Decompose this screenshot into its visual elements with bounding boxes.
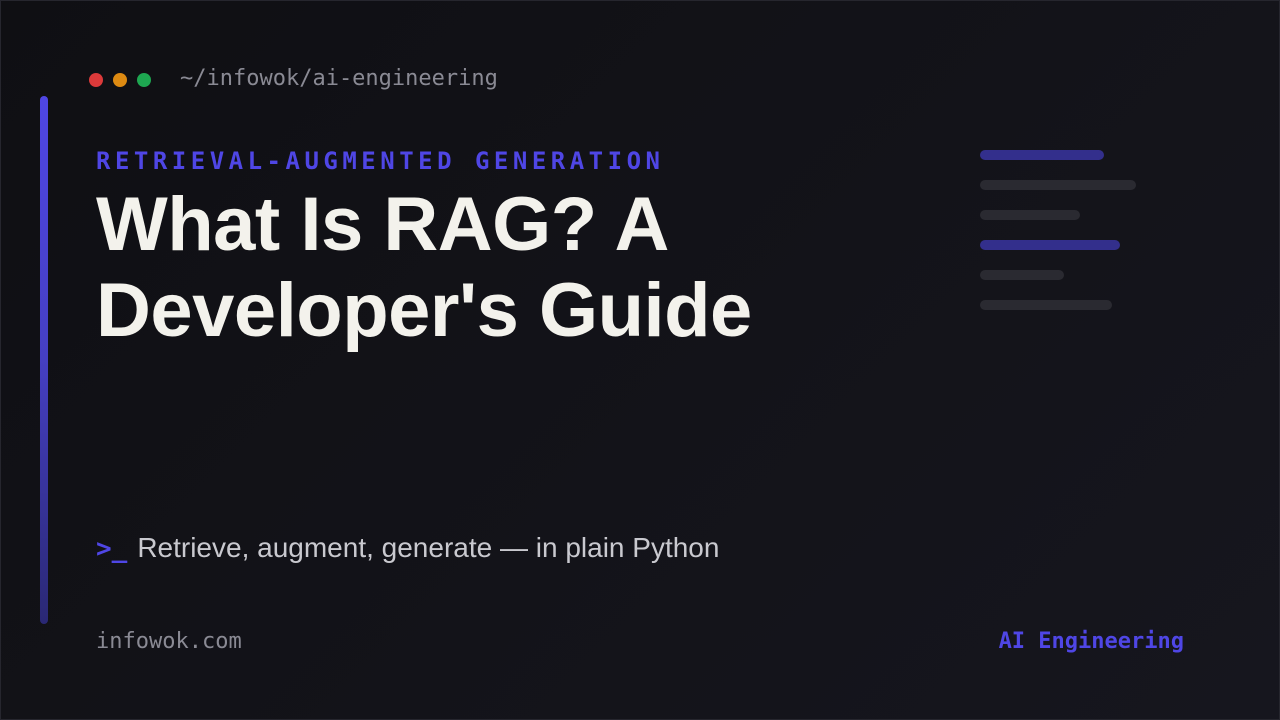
- maximize-dot-icon: [137, 73, 151, 87]
- decoration-line: [980, 150, 1104, 160]
- page-title: What Is RAG? A Developer's Guide: [96, 182, 752, 353]
- window-controls: [89, 73, 151, 87]
- close-dot-icon: [89, 73, 103, 87]
- category-label: AI Engineering: [998, 629, 1184, 654]
- tagline: >_ Retrieve, augment, generate — in plai…: [96, 532, 719, 564]
- text-lines-decoration: [980, 150, 1200, 320]
- decoration-line: [980, 240, 1120, 250]
- decoration-line: [980, 300, 1112, 310]
- decoration-line: [980, 270, 1064, 280]
- accent-bar: [40, 96, 48, 624]
- tagline-text: Retrieve, augment, generate — in plain P…: [137, 532, 720, 563]
- decoration-line: [980, 210, 1080, 220]
- directory-path: ~/infowok/ai-engineering: [180, 66, 498, 91]
- terminal-prompt-icon: >_: [96, 534, 128, 564]
- minimize-dot-icon: [113, 73, 127, 87]
- site-domain: infowok.com: [96, 629, 242, 654]
- decoration-line: [980, 180, 1136, 190]
- eyebrow-label: RETRIEVAL-AUGMENTED GENERATION: [96, 147, 665, 175]
